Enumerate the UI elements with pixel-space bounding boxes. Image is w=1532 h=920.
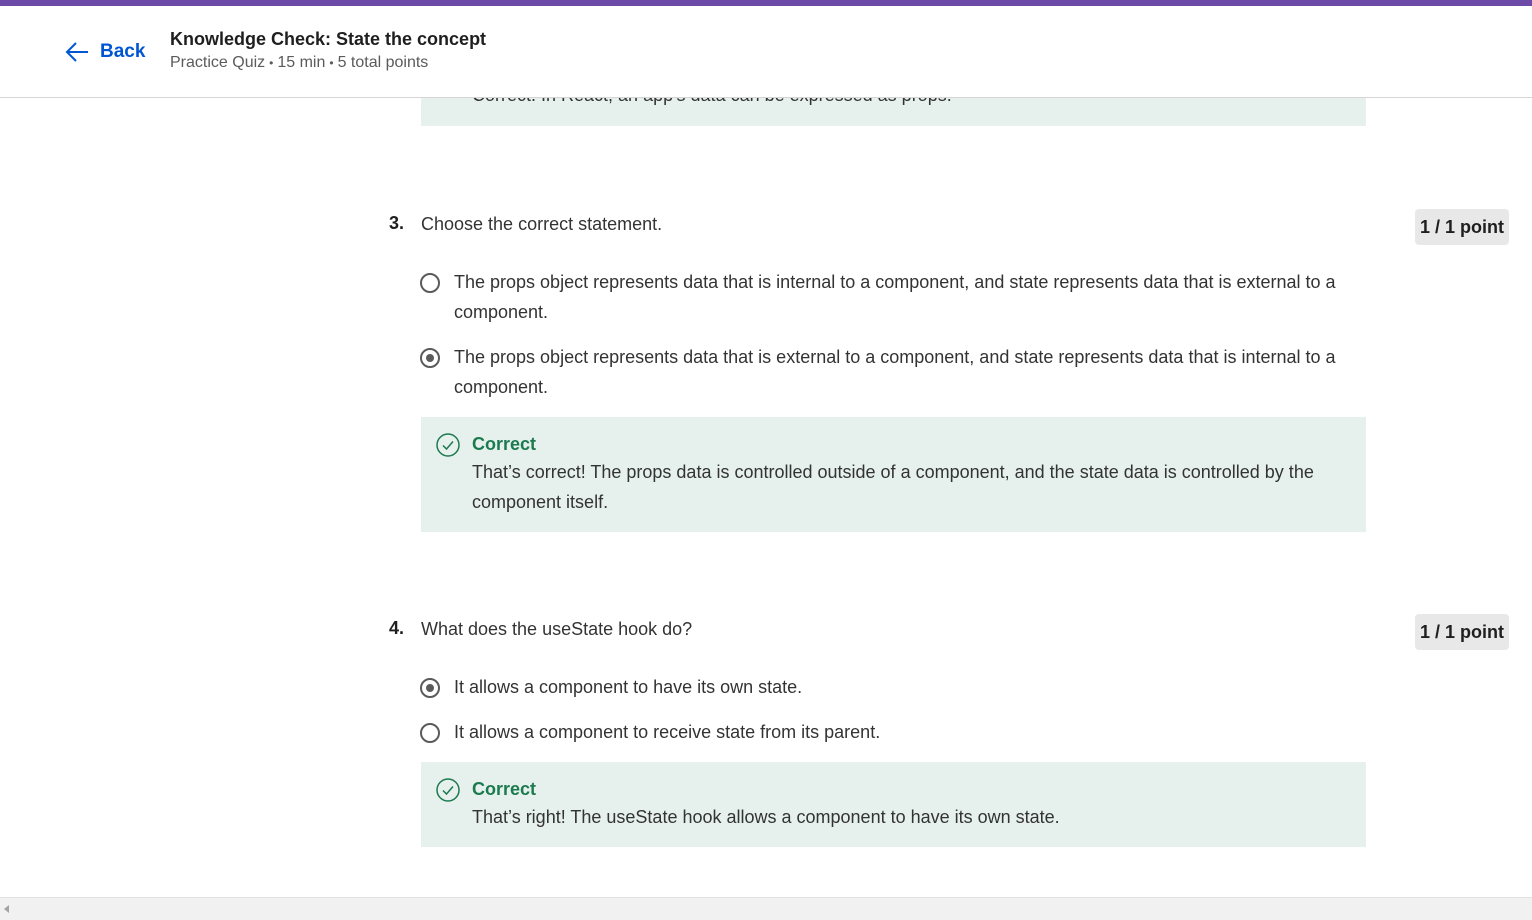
question-text: Choose the correct statement. — [421, 214, 663, 234]
question-text: What does the useState hook do? — [421, 619, 693, 639]
quiz-type: Practice Quiz — [170, 54, 266, 71]
arrow-left-icon — [65, 42, 88, 62]
quiz-duration: 15 min — [277, 54, 326, 71]
option-label: The props object represents data that is… — [454, 347, 1336, 397]
scroll-left-arrow-icon[interactable] — [4, 905, 9, 913]
option-label: It allows a component to have its own st… — [454, 677, 803, 697]
answer-option[interactable]: The props object represents data that is… — [420, 270, 1350, 327]
horizontal-scrollbar[interactable] — [0, 897, 1532, 920]
answer-feedback: Correct That’s correct! The props data i… — [421, 417, 1366, 532]
quiz-points: 5 total points — [337, 54, 429, 71]
quiz-header: Back Knowledge Check: State the concept … — [0, 6, 1532, 98]
feedback-title: Correct — [472, 434, 537, 454]
meta-separator: • — [269, 56, 274, 70]
check-circle-icon — [436, 433, 460, 457]
points-badge: 1 / 1 point — [1415, 614, 1509, 650]
feedback-title: Correct — [472, 779, 537, 799]
answer-feedback: Correct That’s right! The useState hook … — [421, 762, 1366, 847]
feedback-text: That’s right! The useState hook allows a… — [472, 807, 1060, 827]
back-button[interactable]: Back — [64, 36, 145, 68]
back-label: Back — [100, 41, 146, 62]
answer-option[interactable]: The props object represents data that is… — [420, 345, 1350, 402]
option-label: It allows a component to receive state f… — [454, 722, 881, 742]
answer-option[interactable]: It allows a component to receive state f… — [420, 720, 1350, 747]
radio-button-selected[interactable] — [420, 348, 440, 368]
radio-button-selected[interactable] — [420, 678, 440, 698]
page-title: Knowledge Check: State the concept — [170, 29, 487, 49]
answer-option[interactable]: It allows a component to have its own st… — [420, 675, 1350, 702]
points-badge: 1 / 1 point — [1415, 209, 1509, 245]
option-label: The props object represents data that is… — [454, 272, 1336, 322]
radio-button[interactable] — [420, 723, 440, 743]
question-number: 4. — [389, 618, 405, 638]
question-number: 3. — [389, 213, 405, 233]
check-circle-icon — [436, 778, 460, 802]
previous-feedback: Correct. In React, an app's data can be … — [421, 97, 1366, 126]
feedback-text: That’s correct! The props data is contro… — [472, 462, 1314, 512]
quiz-content[interactable]: Correct. In React, an app's data can be … — [0, 97, 1532, 897]
meta-separator: • — [329, 56, 334, 70]
radio-button[interactable] — [420, 273, 440, 293]
quiz-meta: Practice Quiz • 15 min • 5 total points — [170, 54, 428, 72]
previous-feedback-text: Correct. In React, an app's data can be … — [472, 97, 1351, 127]
